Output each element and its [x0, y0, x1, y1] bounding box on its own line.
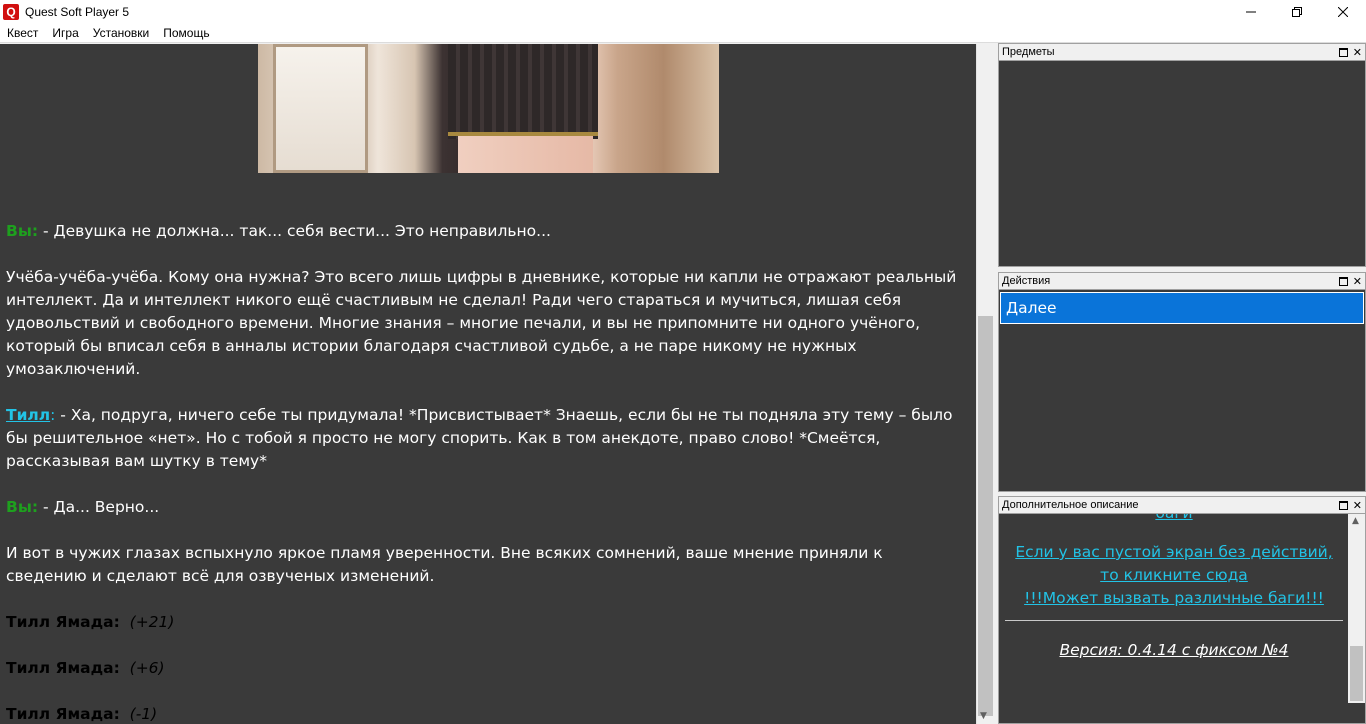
extra-scrollbar-thumb[interactable]	[1350, 646, 1363, 701]
speaker-you-label: Вы:	[6, 222, 39, 240]
dialogue-text: - Ха, подруга, ничего себе ты придумала!…	[6, 406, 953, 470]
version-label: Версия: 0.4.14 с фиксом №4	[1059, 641, 1289, 659]
bugs-warning-link[interactable]: !!!Может вызвать различные баги!!!	[999, 587, 1349, 610]
menu-quest[interactable]: Квест	[0, 23, 45, 43]
dialogue-text: - Девушка не должна... так... себя вести…	[38, 222, 551, 240]
main-scrollbar[interactable]: ▼	[976, 44, 993, 724]
maximize-panel-icon[interactable]	[1338, 500, 1348, 510]
stat-change-value: (-1)	[129, 705, 158, 723]
illustration-window	[273, 44, 368, 173]
stat-character-name: Тилл Ямада	[6, 659, 114, 677]
extra-panel-scrollbar[interactable]: ▲	[1348, 514, 1365, 703]
app-icon: Q	[3, 3, 19, 20]
stat-character-name: Тилл Ямада	[6, 613, 114, 631]
minimize-icon	[1246, 11, 1256, 12]
dialogue-you-2: Вы: - Да... Верно...	[6, 496, 968, 519]
stat-character-name: Тилл Ямада	[6, 705, 114, 723]
illustration-legs	[458, 136, 593, 173]
maximize-panel-icon[interactable]	[1338, 276, 1348, 286]
extra-content: баги Если у вас пустой экран без действи…	[999, 514, 1349, 662]
items-panel-header: Предметы ✕	[999, 44, 1365, 61]
main-scrollbar-thumb[interactable]	[978, 316, 993, 716]
scene-illustration	[258, 44, 719, 173]
illustration-skirt	[448, 44, 598, 139]
divider	[1005, 620, 1343, 621]
speaker-till-link[interactable]: Тилл	[6, 406, 50, 424]
actions-panel: Действия ✕ Далее	[998, 272, 1366, 492]
close-panel-icon[interactable]: ✕	[1353, 276, 1362, 287]
menu-bar: Квест Игра Установки Помощь	[0, 23, 1366, 43]
menu-help[interactable]: Помощь	[156, 23, 216, 43]
window-title: Quest Soft Player 5	[25, 4, 130, 19]
narration-paragraph: И вот в чужих глазах вспыхнуло яркое пла…	[6, 544, 883, 585]
main-description-pane: Вы: - Девушка не должна... так... себя в…	[0, 44, 976, 724]
scroll-up-icon[interactable]: ▲	[1352, 516, 1359, 526]
scroll-down-icon[interactable]: ▼	[980, 711, 987, 721]
stat-change-line: Тилл Ямада: (-1)	[6, 705, 158, 723]
extra-panel-title: Дополнительное описание	[1002, 499, 1139, 511]
empty-screen-link[interactable]: Если у вас пустой экран без действий, то…	[999, 541, 1349, 587]
action-next[interactable]: Далее	[1000, 292, 1364, 324]
story-text: Вы: - Девушка не должна... так... себя в…	[6, 220, 968, 724]
close-icon	[1338, 6, 1348, 17]
title-bar: Q Quest Soft Player 5	[0, 0, 1366, 23]
menu-game[interactable]: Игра	[45, 23, 85, 43]
stat-change-line: Тилл Ямада: (+6)	[6, 659, 165, 677]
close-panel-icon[interactable]: ✕	[1353, 47, 1362, 58]
maximize-panel-icon[interactable]	[1338, 47, 1348, 57]
stat-change-value: (+6)	[129, 659, 165, 677]
actions-panel-title: Действия	[1002, 275, 1051, 287]
extra-panel-body: баги Если у вас пустой экран без действи…	[999, 514, 1365, 714]
dialogue-text: - Да... Верно...	[38, 498, 160, 516]
speaker-you-label: Вы:	[6, 498, 39, 516]
extra-panel-header: Дополнительное описание ✕	[999, 497, 1365, 514]
restore-button[interactable]	[1274, 0, 1320, 23]
stat-change-line: Тилл Ямада: (+21)	[6, 613, 175, 631]
bugs-link-cut[interactable]: баги	[999, 514, 1349, 525]
narration-paragraph: Учёба-учёба-учёба. Кому она нужна? Это в…	[6, 268, 957, 378]
stat-change-value: (+21)	[129, 613, 175, 631]
minimize-button[interactable]	[1228, 0, 1274, 23]
close-window-button[interactable]	[1320, 0, 1366, 23]
close-panel-icon[interactable]: ✕	[1353, 500, 1362, 511]
menu-settings[interactable]: Установки	[86, 23, 156, 43]
extra-description-panel: Дополнительное описание ✕ баги Если у ва…	[998, 496, 1366, 724]
dialogue-you-1: Вы: - Девушка не должна... так... себя в…	[6, 220, 968, 243]
window-controls	[1228, 0, 1366, 23]
restore-icon	[1292, 6, 1302, 17]
actions-panel-header: Действия ✕	[999, 273, 1365, 290]
items-panel: Предметы ✕	[998, 43, 1366, 267]
dialogue-till: Тилл: - Ха, подруга, ничего себе ты прид…	[6, 404, 968, 473]
items-panel-title: Предметы	[1002, 46, 1055, 58]
